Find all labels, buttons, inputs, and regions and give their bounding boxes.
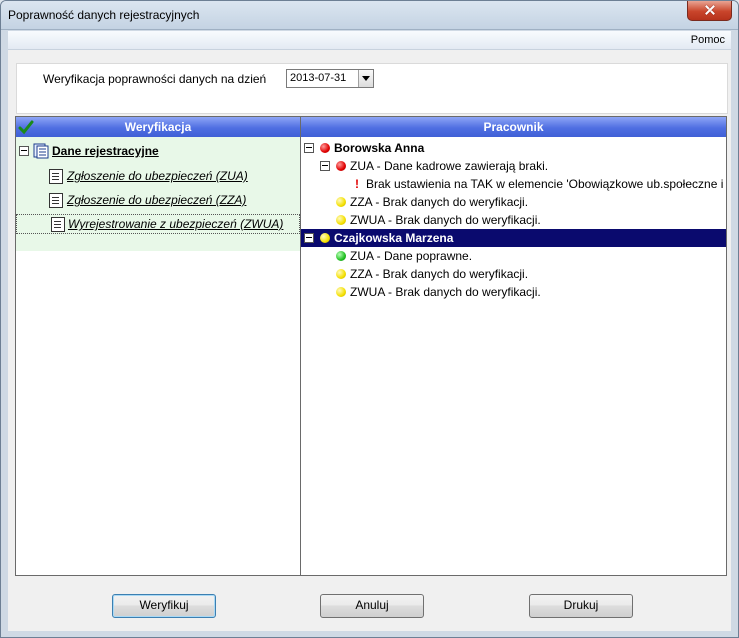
- entry-detail-text: Brak ustawienia na TAK w elemencie 'Obow…: [366, 177, 724, 191]
- tree-item-label: Wyrejestrowanie z ubezpieczeń (ZWUA): [68, 217, 284, 231]
- document-icon: [49, 169, 63, 184]
- status-green-icon: [336, 251, 346, 261]
- title-bar[interactable]: Poprawność danych rejestracyjnych: [1, 1, 738, 30]
- collapse-icon[interactable]: [19, 146, 29, 156]
- employee-header: Pracownik: [301, 117, 726, 137]
- entry-text: ZZA - Brak danych do weryfikacji.: [350, 195, 529, 209]
- status-red-icon: [320, 143, 330, 153]
- verification-header-label: Weryfikacja: [124, 120, 192, 134]
- employee-row-selected[interactable]: Czajkowska Marzena: [301, 229, 726, 247]
- employee-name: Borowska Anna: [334, 141, 425, 155]
- menu-bar: Pomoc: [8, 31, 731, 50]
- verification-panel: Weryfikacja Dane rejestracyjne Zgłoszeni…: [15, 116, 301, 576]
- check-icon: [18, 120, 34, 135]
- status-red-icon: [336, 161, 346, 171]
- dialog-client: Pomoc Weryfikacja poprawności danych na …: [8, 31, 731, 631]
- status-yellow-icon: [336, 215, 346, 225]
- employee-row[interactable]: Borowska Anna: [304, 139, 724, 157]
- verification-header: Weryfikacja: [16, 117, 300, 137]
- entry-text: ZWUA - Brak danych do weryfikacji.: [350, 285, 541, 299]
- date-filter-panel: Weryfikacja poprawności danych na dzień …: [16, 63, 728, 114]
- entry-text: ZUA - Dane kadrowe zawierają braki.: [350, 159, 549, 173]
- dialog-window: Poprawność danych rejestracyjnych Pomoc …: [0, 0, 739, 638]
- print-button[interactable]: Drukuj: [529, 594, 633, 618]
- employee-entry[interactable]: ZWUA - Brak danych do weryfikacji.: [336, 283, 716, 301]
- verify-button[interactable]: Weryfikuj: [112, 594, 216, 618]
- employee-entry[interactable]: ZWUA - Brak danych do weryfikacji.: [336, 211, 716, 229]
- chevron-down-icon[interactable]: [358, 70, 373, 87]
- collapse-icon[interactable]: [320, 161, 330, 171]
- collapse-icon[interactable]: [304, 143, 314, 153]
- menu-help[interactable]: Pomoc: [691, 34, 725, 46]
- employee-entry[interactable]: ZZA - Brak danych do weryfikacji.: [336, 265, 716, 283]
- exclamation-icon: !: [355, 177, 359, 191]
- document-icon: [51, 217, 65, 232]
- date-value: 2013-07-31: [290, 72, 347, 84]
- employee-entry[interactable]: ZZA - Brak danych do weryfikacji.: [336, 193, 716, 211]
- collapse-icon[interactable]: [304, 233, 314, 243]
- tree-root[interactable]: Dane rejestracyjne: [19, 142, 289, 160]
- cancel-button[interactable]: Anuluj: [320, 594, 424, 618]
- status-yellow-icon: [320, 233, 330, 243]
- tree-root-label: Dane rejestracyjne: [52, 144, 159, 158]
- close-button[interactable]: [687, 1, 732, 21]
- tree-item-zua[interactable]: Zgłoszenie do ubezpieczeń (ZUA): [49, 167, 289, 185]
- window-title: Poprawność danych rejestracyjnych: [8, 8, 200, 22]
- date-combo[interactable]: 2013-07-31: [286, 69, 374, 88]
- tree-item-zwua[interactable]: Wyrejestrowanie z ubezpieczeń (ZWUA): [16, 214, 300, 234]
- entry-text: ZZA - Brak danych do weryfikacji.: [350, 267, 529, 281]
- status-yellow-icon: [336, 287, 346, 297]
- employee-entry[interactable]: ZUA - Dane poprawne.: [336, 247, 716, 265]
- employee-name: Czajkowska Marzena: [334, 231, 454, 245]
- employee-panel: Pracownik Borowska Anna ZUA - Dane kadro…: [300, 116, 727, 576]
- status-yellow-icon: [336, 197, 346, 207]
- document-icon: [49, 193, 63, 208]
- entry-detail[interactable]: ! Brak ustawienia na TAK w elemencie 'Ob…: [352, 175, 724, 193]
- date-filter-label: Weryfikacja poprawności danych na dzień: [43, 72, 267, 86]
- entry-text: ZWUA - Brak danych do weryfikacji.: [350, 213, 541, 227]
- tree-icon: [33, 143, 49, 159]
- tree-item-zza[interactable]: Zgłoszenie do ubezpieczeń (ZZA): [49, 191, 289, 209]
- status-yellow-icon: [336, 269, 346, 279]
- entry-text: ZUA - Dane poprawne.: [350, 249, 473, 263]
- tree-item-label: Zgłoszenie do ubezpieczeń (ZUA): [67, 169, 248, 183]
- employee-entry[interactable]: ZUA - Dane kadrowe zawierają braki.: [320, 157, 720, 175]
- tree-item-label: Zgłoszenie do ubezpieczeń (ZZA): [67, 193, 247, 207]
